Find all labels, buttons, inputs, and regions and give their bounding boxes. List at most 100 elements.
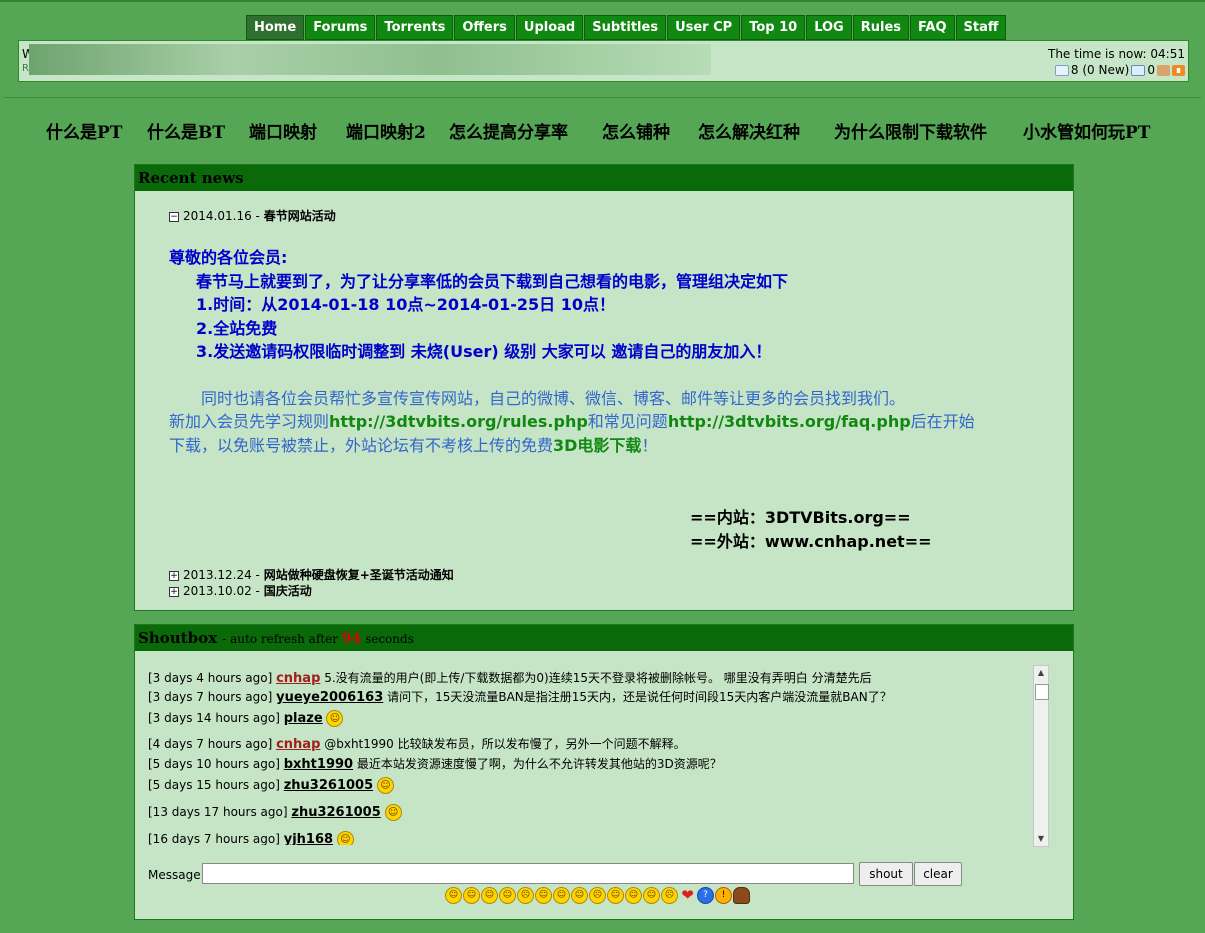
nav-faq[interactable]: FAQ [910, 15, 955, 40]
nav-offers[interactable]: Offers [454, 15, 515, 40]
broadcast-count[interactable]: 0 [1147, 62, 1155, 78]
poop-icon[interactable] [733, 887, 750, 904]
shout-user[interactable]: cnhap [276, 671, 320, 686]
nav-log[interactable]: LOG [806, 15, 852, 40]
heart-icon[interactable]: ❤ [679, 887, 696, 904]
shout-user[interactable]: zhu3261005 [291, 805, 380, 820]
free-3d-link[interactable]: 3D电影下载 [553, 436, 641, 455]
clear-button[interactable]: clear [914, 862, 962, 886]
refresh-seconds: 94 [341, 631, 362, 647]
wink-smiley-icon[interactable]: ☺ [499, 887, 516, 904]
shout-user[interactable]: bxht1990 [284, 757, 353, 772]
shout-list: [3 days 4 hours ago] cnhap 5.没有流量的用户(即上传… [148, 665, 1032, 845]
link-how-to-seed[interactable]: 怎么铺种 [602, 118, 670, 143]
nav-user-cp[interactable]: User CP [667, 15, 741, 40]
grin-smiley-icon[interactable]: ☺ [445, 887, 462, 904]
nav-forums[interactable]: Forums [305, 15, 376, 40]
angry-smiley-icon[interactable]: ☹ [517, 887, 534, 904]
shout-row: [16 days 7 hours ago] yjh168 ☺ [148, 831, 354, 845]
scroll-down-icon[interactable]: ▼ [1034, 832, 1048, 846]
nav-home[interactable]: Home [246, 15, 305, 40]
nav-staff[interactable]: Staff [955, 15, 1007, 40]
time-box: The time is now: 04:51 8 (0 New) 0 ∎ [1048, 46, 1185, 78]
friends-icon[interactable] [1157, 64, 1170, 76]
shout-row: [13 days 17 hours ago] zhu3261005 ☺ [148, 804, 402, 821]
divider [4, 97, 1201, 98]
news-item[interactable]: +2013.10.02 - 国庆活动 [169, 582, 312, 599]
broadcast-icon[interactable] [1131, 64, 1146, 76]
smiley-icon: ☺ [326, 710, 344, 727]
link-fix-red-seed[interactable]: 怎么解决红种 [698, 118, 800, 143]
rss-icon[interactable]: ∎ [1172, 64, 1185, 76]
nav-subtitles[interactable]: Subtitles [584, 15, 667, 40]
smiley-icon: ☺ [384, 804, 402, 821]
link-what-is-pt[interactable]: 什么是PT [46, 118, 122, 143]
expand-icon[interactable]: + [169, 570, 179, 581]
smiley-bar: ☺ ☺ ☺ ☺ ☹ ☺ ☺ ☺ ☹ ☺ ☺ ☺ ☹ ❤ ? ! [445, 887, 750, 904]
shout-button[interactable]: shout [859, 862, 913, 886]
shout-row: [3 days 14 hours ago] plaze ☺ [148, 710, 344, 727]
shout-row: [3 days 4 hours ago] cnhap 5.没有流量的用户(即上传… [148, 671, 872, 686]
expand-icon[interactable]: + [169, 586, 179, 597]
smiley-icon: ☺ [336, 831, 354, 845]
question-icon[interactable]: ? [697, 887, 714, 904]
envelope-icon[interactable] [1054, 64, 1069, 76]
recent-news-panel: Recent news −2014.01.16 - 春节网站活动 尊敬的各位会员… [134, 164, 1074, 611]
main-nav: Home Forums Torrents Offers Upload Subti… [246, 15, 1007, 40]
shout-user[interactable]: yueye2006163 [276, 690, 383, 705]
shout-user[interactable]: plaze [284, 711, 323, 726]
happy-smiley-icon[interactable]: ☺ [481, 887, 498, 904]
shout-scrollbar[interactable]: ▲ ▼ [1033, 665, 1049, 847]
confused-smiley-icon[interactable]: ☺ [607, 887, 624, 904]
news-item[interactable]: +2013.12.24 - 网站做种硬盘恢复+圣诞节活动通知 [169, 566, 454, 583]
collapse-icon[interactable]: − [169, 211, 179, 222]
smirk-smiley-icon[interactable]: ☺ [625, 887, 642, 904]
nav-upload[interactable]: Upload [515, 15, 584, 40]
external-site-sig: ==外站：www.cnhap.net== [690, 532, 932, 551]
smiley-icon: ☺ [376, 777, 394, 794]
shoutbox-title: Shoutbox [138, 629, 218, 647]
shout-row: [5 days 15 hours ago] zhu3261005 ☺ [148, 777, 394, 794]
cool-smiley-icon[interactable]: ☺ [571, 887, 588, 904]
shout-row: [4 days 7 hours ago] cnhap @bxht1990 比较缺… [148, 737, 686, 752]
scroll-up-icon[interactable]: ▲ [1034, 666, 1048, 680]
shoutbox-panel: Shoutbox - auto refresh after 94 seconds… [134, 624, 1074, 920]
link-why-limit-clients[interactable]: 为什么限制下载软件 [834, 118, 987, 143]
link-improve-ratio[interactable]: 怎么提高分享率 [449, 118, 568, 143]
faq-link[interactable]: http://3dtvbits.org/faq.php [668, 412, 911, 431]
current-time: The time is now: 04:51 [1047, 47, 1185, 61]
shout-row: [5 days 10 hours ago] bxht1990 最近本站发资源速度… [148, 757, 722, 772]
neutral-smiley-icon[interactable]: ☺ [535, 887, 552, 904]
user-info-bar: W R The time is now: 04:51 8 (0 New) 0 ∎ [18, 40, 1189, 82]
top-border [0, 0, 1205, 2]
internal-site-sig: ==内站：3DTVBits.org== [690, 508, 911, 527]
user-info-stub-2: R [22, 63, 29, 74]
link-port-mapping-2[interactable]: 端口映射2 [346, 118, 426, 143]
surprised-smiley-icon[interactable]: ☺ [643, 887, 660, 904]
laugh-smiley-icon[interactable]: ☺ [463, 887, 480, 904]
shout-user[interactable]: zhu3261005 [284, 778, 373, 793]
link-port-mapping[interactable]: 端口映射 [249, 118, 317, 143]
rules-link[interactable]: http://3dtvbits.org/rules.php [329, 412, 588, 431]
warning-icon[interactable]: ! [715, 887, 732, 904]
message-count[interactable]: 8 (0 New) [1071, 62, 1129, 78]
shout-user[interactable]: yjh168 [284, 832, 333, 845]
nav-torrents[interactable]: Torrents [376, 15, 454, 40]
shout-user[interactable]: cnhap [276, 737, 320, 752]
link-slow-connection-pt[interactable]: 小水管如何玩PT [1023, 118, 1150, 143]
recent-news-title: Recent news [135, 165, 1073, 191]
shocked-smiley-icon[interactable]: ☺ [553, 887, 570, 904]
nav-rules[interactable]: Rules [852, 15, 910, 40]
shout-row: [3 days 7 hours ago] yueye2006163 请问下，15… [148, 690, 892, 705]
worried-smiley-icon[interactable]: ☹ [589, 887, 606, 904]
message-label: Message: [148, 868, 205, 882]
nav-top10[interactable]: Top 10 [741, 15, 806, 40]
news-body: 尊敬的各位会员: 春节马上就要到了，为了让分享率低的会员下载到自己想看的电影，管… [169, 248, 975, 455]
scroll-thumb[interactable] [1035, 684, 1049, 700]
news-item[interactable]: −2014.01.16 - 春节网站活动 [169, 207, 336, 224]
link-what-is-bt[interactable]: 什么是BT [147, 118, 225, 143]
shoutbox-header: Shoutbox - auto refresh after 94 seconds [135, 625, 1073, 651]
user-info-banner [29, 44, 711, 75]
message-input[interactable] [202, 863, 854, 884]
mad-smiley-icon[interactable]: ☹ [661, 887, 678, 904]
